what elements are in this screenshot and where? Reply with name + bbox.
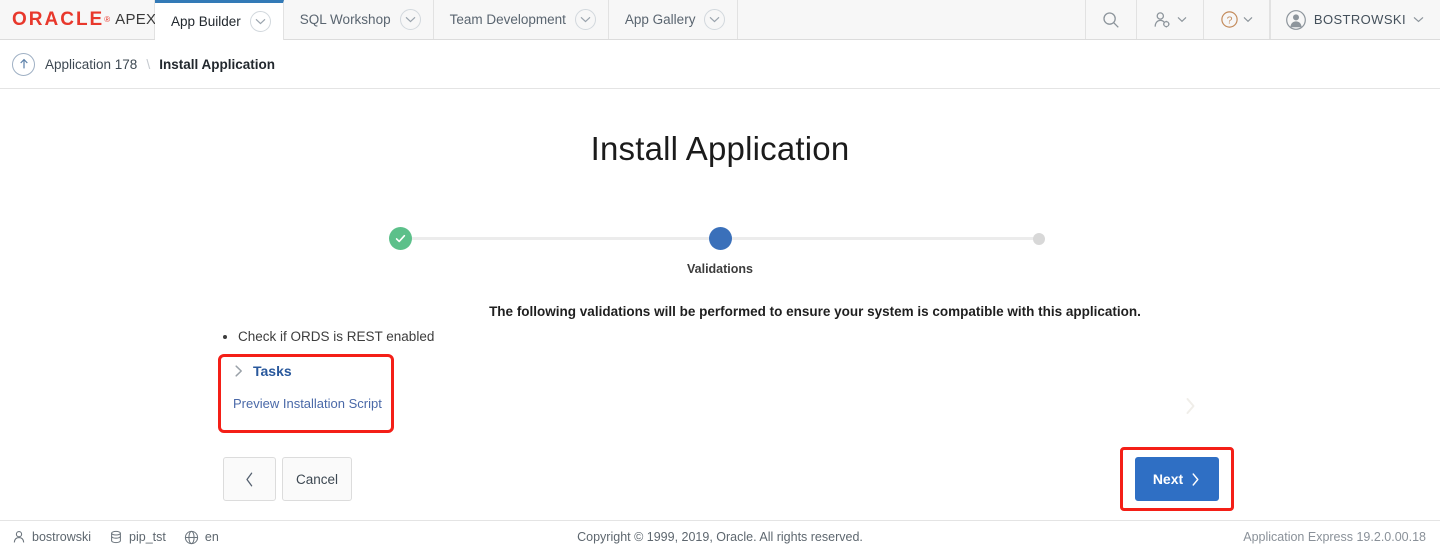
chevron-down-icon[interactable] [575, 9, 596, 30]
nav-utility-group: ? BOSTROWSKI [1086, 0, 1440, 39]
chevron-down-icon[interactable] [400, 9, 421, 30]
list-item: Check if ORDS is REST enabled [238, 327, 434, 347]
tab-team-development-label: Team Development [450, 12, 566, 27]
chevron-down-icon [1413, 16, 1424, 23]
progress-step-done[interactable] [389, 227, 412, 250]
chevron-left-icon [243, 471, 256, 488]
user-menu-label: BOSTROWSKI [1314, 12, 1406, 27]
main-content: Install Application Validations The foll… [0, 89, 1440, 520]
previous-button[interactable] [223, 457, 276, 501]
progress-step-current[interactable] [709, 227, 732, 250]
search-icon [1102, 11, 1120, 29]
next-button-label: Next [1153, 471, 1183, 487]
tab-team-development[interactable]: Team Development [434, 0, 609, 39]
tab-app-builder[interactable]: App Builder [155, 0, 284, 40]
oracle-apex-logo[interactable]: ORACLE® APEX [0, 0, 155, 39]
next-button[interactable]: Next [1135, 457, 1219, 501]
back-arrow-up-icon[interactable] [12, 53, 35, 76]
tab-app-builder-label: App Builder [171, 14, 241, 29]
validations-note: The following validations will be perfor… [0, 304, 1440, 319]
breadcrumb-current: Install Application [159, 57, 275, 72]
footer: bostrowski pip_tst en Copyright © 1999, … [0, 520, 1440, 553]
chevron-down-icon[interactable] [250, 11, 271, 32]
cancel-button[interactable]: Cancel [282, 457, 352, 501]
avatar [1285, 9, 1307, 31]
registered-trademark-icon: ® [104, 15, 110, 24]
footer-version: Application Express 19.2.0.00.18 [1243, 530, 1426, 544]
tab-sql-workshop[interactable]: SQL Workshop [284, 0, 434, 39]
search-button[interactable] [1086, 0, 1137, 39]
user-menu-button[interactable]: BOSTROWSKI [1270, 0, 1440, 39]
tasks-region: Tasks Preview Installation Script [218, 354, 394, 433]
breadcrumb-parent-link[interactable]: Application 178 [45, 57, 137, 72]
nav-spacer [738, 0, 1085, 39]
tab-sql-workshop-label: SQL Workshop [300, 12, 391, 27]
validation-check-list: Check if ORDS is REST enabled [218, 327, 434, 347]
svg-text:?: ? [1226, 15, 1232, 27]
breadcrumb: Application 178 \ Install Application [0, 40, 1440, 89]
progress-step-current-label: Validations [620, 262, 820, 276]
cancel-button-label: Cancel [296, 472, 338, 487]
chevron-right-icon [233, 364, 245, 378]
oracle-wordmark: ORACLE [12, 10, 104, 29]
chevron-down-icon [1177, 16, 1187, 23]
chevron-down-icon[interactable] [704, 9, 725, 30]
progress-wizard: Validations [0, 214, 1440, 264]
chevron-down-icon [1243, 16, 1253, 23]
tab-app-gallery[interactable]: App Gallery [609, 0, 739, 39]
breadcrumb-separator: \ [146, 56, 150, 72]
tasks-header-toggle[interactable]: Tasks [233, 363, 391, 379]
apex-wordmark: APEX [115, 11, 156, 28]
tasks-title: Tasks [253, 363, 292, 379]
next-region-chevron-icon[interactable] [1184, 396, 1197, 416]
administration-button[interactable] [1137, 0, 1204, 39]
nav-tab-group: App Builder SQL Workshop Team Developmen… [155, 0, 738, 39]
help-button[interactable]: ? [1204, 0, 1270, 39]
tab-app-gallery-label: App Gallery [625, 12, 696, 27]
top-navigation-bar: ORACLE® APEX App Builder SQL Workshop Tea… [0, 0, 1440, 40]
page-title: Install Application [0, 130, 1440, 168]
progress-step-upcoming[interactable] [1033, 233, 1045, 245]
chevron-right-icon [1190, 472, 1201, 487]
user-gear-icon [1153, 11, 1173, 29]
question-circle-icon: ? [1220, 10, 1239, 29]
footer-copyright: Copyright © 1999, 2019, Oracle. All righ… [0, 530, 1440, 544]
preview-installation-script-link[interactable]: Preview Installation Script [233, 396, 391, 411]
